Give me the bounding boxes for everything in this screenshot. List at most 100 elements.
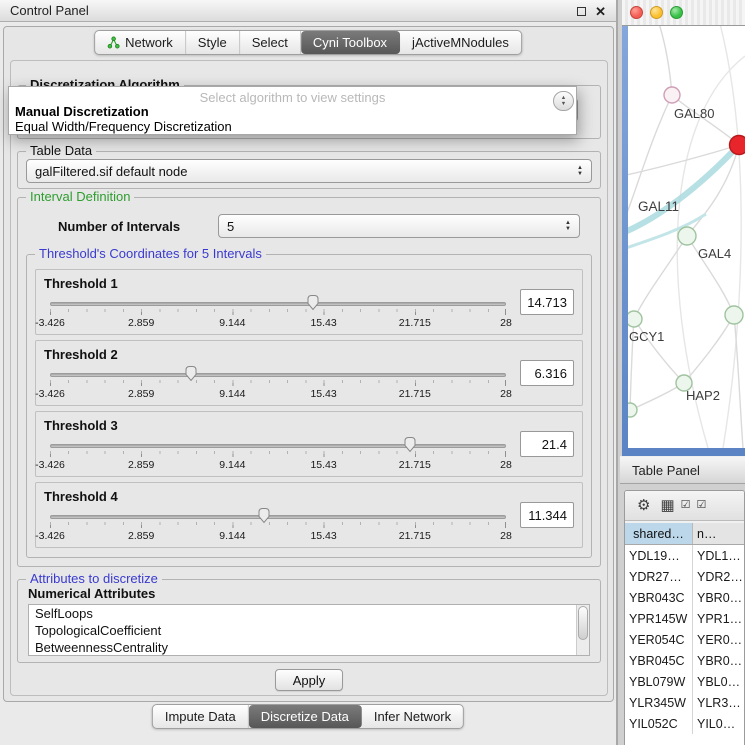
table-toolbar: ⚙ ▦ ☑ ☑ — [625, 491, 744, 521]
table-row[interactable]: YIL052CYIL0… — [625, 713, 744, 734]
slider-track[interactable] — [50, 302, 506, 306]
table-data-combo[interactable]: galFiltered.sif default node ▲▼ — [26, 159, 592, 183]
tab-network[interactable]: Network — [95, 31, 186, 54]
threshold-value-field[interactable]: 11.344 — [520, 502, 574, 528]
table-browser-window: ⚙ ▦ ☑ ☑ shared… n… YDL19…YDL1… YDR27…YDR… — [624, 490, 745, 745]
slider-track[interactable] — [50, 444, 506, 448]
table-row[interactable]: YDL19…YDL1… — [625, 545, 744, 566]
column-visibility-icon[interactable]: ▦ — [660, 498, 674, 513]
close-window-icon[interactable]: ✕ — [595, 5, 606, 18]
bottom-tab-bar: Impute Data Discretize Data Infer Networ… — [152, 704, 464, 729]
table-row[interactable]: YPR145WYPR1… — [625, 608, 744, 629]
column-header-shared-name[interactable]: shared… — [625, 523, 693, 544]
table-row[interactable]: YLR345WYLR3… — [625, 692, 744, 713]
tab-cyni-toolbox[interactable]: Cyni Toolbox — [301, 31, 400, 54]
threshold-slider[interactable]: -3.4262.8599.14415.4321.71528 — [50, 365, 506, 405]
slider-thumb[interactable] — [306, 294, 320, 311]
num-intervals-label: Number of Intervals — [58, 219, 180, 234]
cell-name: YDL1… — [693, 545, 744, 566]
select-all-icon[interactable]: ☑ — [681, 500, 691, 511]
node-labels: GAL80 GAL11 GAL4 GCY1 HAP2 — [629, 106, 731, 403]
numerical-attributes-list[interactable]: SelfLoops TopologicalCoefficient Between… — [28, 604, 590, 656]
control-panel-titlebar: Control Panel ✕ — [0, 0, 616, 22]
table-row[interactable]: YDR27…YDR2… — [625, 566, 744, 587]
cell-name: YER0… — [693, 629, 744, 650]
node-label-gcy1: GCY1 — [629, 329, 664, 344]
threshold-panel-1: Threshold 1 -3.4262.8599.14415.4321.7152… — [35, 269, 583, 335]
threshold-coords-group: Threshold's Coordinates for 5 Intervals … — [26, 254, 592, 558]
list-item[interactable]: SelfLoops — [29, 605, 589, 622]
slider-track[interactable] — [50, 373, 506, 377]
list-item[interactable]: TopologicalCoefficient — [29, 622, 589, 639]
network-node-selected-red[interactable] — [730, 136, 745, 155]
network-node-gal4[interactable] — [678, 227, 696, 245]
network-node-gcy1[interactable] — [628, 311, 642, 327]
popup-item-manual-discretization[interactable]: Manual Discretization — [15, 104, 149, 119]
cell-name: YDR2… — [693, 566, 744, 587]
slider-ticks-minor — [50, 309, 506, 312]
threshold-slider[interactable]: -3.4262.8599.14415.4321.71528 — [50, 507, 506, 547]
zoom-traffic-light-icon[interactable] — [670, 6, 683, 19]
node-label-gal80: GAL80 — [674, 106, 714, 121]
table-row[interactable]: YER054CYER0… — [625, 629, 744, 650]
combo-arrows-icon: ▲▼ — [572, 163, 588, 179]
slider-track[interactable] — [50, 515, 506, 519]
settings-gear-icon[interactable]: ⚙ — [637, 498, 650, 513]
network-node[interactable] — [725, 306, 743, 324]
table-panel-header: Table Panel — [620, 456, 745, 484]
minimize-traffic-light-icon[interactable] — [650, 6, 663, 19]
network-window-titlebar[interactable] — [622, 0, 745, 26]
table-row[interactable]: YBL079WYBL0… — [625, 671, 744, 692]
tab-select[interactable]: Select — [240, 31, 301, 54]
node-label-gal11: GAL11 — [638, 199, 679, 214]
scrollbar-thumb[interactable] — [578, 606, 588, 640]
threshold-value-field[interactable]: 14.713 — [520, 289, 574, 315]
popup-item-equal-width-frequency[interactable]: Equal Width/Frequency Discretization — [15, 119, 232, 134]
list-scrollbar[interactable] — [576, 605, 589, 655]
num-intervals-combo[interactable]: 5 ▲▼ — [218, 214, 580, 238]
float-window-icon[interactable] — [577, 7, 586, 16]
tab-label: Style — [198, 35, 227, 50]
numerical-attributes-heading: Numerical Attributes — [28, 586, 155, 601]
cell-shared-name: YBL079W — [625, 671, 693, 692]
top-tab-bar: Network Style Select Cyni Toolbox jActiv… — [94, 30, 522, 55]
select-none-icon[interactable]: ☑ — [697, 500, 707, 511]
threshold-slider[interactable]: -3.4262.8599.14415.4321.71528 — [50, 294, 506, 334]
slider-thumb[interactable] — [257, 507, 271, 524]
combo-stepper-capsule[interactable]: ▲▼ — [553, 91, 574, 111]
threshold-label: Threshold 1 — [44, 276, 118, 291]
table-data-combo-value: galFiltered.sif default node — [35, 164, 187, 179]
popup-hint: Select algorithm to view settings — [9, 90, 576, 105]
network-canvas[interactable]: GAL80 GAL11 GAL4 GCY1 HAP2 — [628, 26, 745, 448]
list-item[interactable]: BetweennessCentrality — [29, 639, 589, 656]
network-node[interactable] — [628, 403, 637, 417]
column-header-name[interactable]: n… — [693, 523, 744, 544]
slider-thumb[interactable] — [403, 436, 417, 453]
table-row[interactable]: YBR045CYBR0… — [625, 650, 744, 671]
table-rows: YDL19…YDL1… YDR27…YDR2… YBR043CYBR0… YPR… — [625, 545, 744, 745]
network-node-gal80[interactable] — [664, 87, 680, 103]
tab-discretize-data[interactable]: Discretize Data — [249, 705, 362, 728]
right-panel-area: GAL80 GAL11 GAL4 GCY1 HAP2 Table Panel ⚙… — [620, 0, 745, 745]
network-icon — [107, 36, 120, 49]
threshold-label: Threshold 4 — [44, 489, 118, 504]
close-traffic-light-icon[interactable] — [630, 6, 643, 19]
tab-impute-data[interactable]: Impute Data — [153, 705, 249, 728]
threshold-value-field[interactable]: 21.4 — [520, 431, 574, 457]
tab-jactivemodules[interactable]: jActiveMNodules — [400, 31, 521, 54]
node-label-gal4: GAL4 — [698, 246, 731, 261]
table-row[interactable]: YBR043CYBR0… — [625, 587, 744, 608]
slider-thumb[interactable] — [184, 365, 198, 382]
threshold-value-field[interactable]: 6.316 — [520, 360, 574, 386]
tab-style[interactable]: Style — [186, 31, 240, 54]
apply-button[interactable]: Apply — [275, 669, 343, 691]
combo-arrows-icon: ▲▼ — [560, 218, 576, 234]
slider-ticks-minor — [50, 451, 506, 454]
threshold-label: Threshold 2 — [44, 347, 118, 362]
cell-shared-name: YBR043C — [625, 587, 693, 608]
threshold-slider[interactable]: -3.4262.8599.14415.4321.71528 — [50, 436, 506, 476]
tick-labels: -3.4262.8599.14415.4321.71528 — [50, 317, 506, 329]
num-intervals-value: 5 — [227, 219, 234, 234]
tab-infer-network[interactable]: Infer Network — [362, 705, 463, 728]
cell-name: YLR3… — [693, 692, 744, 713]
